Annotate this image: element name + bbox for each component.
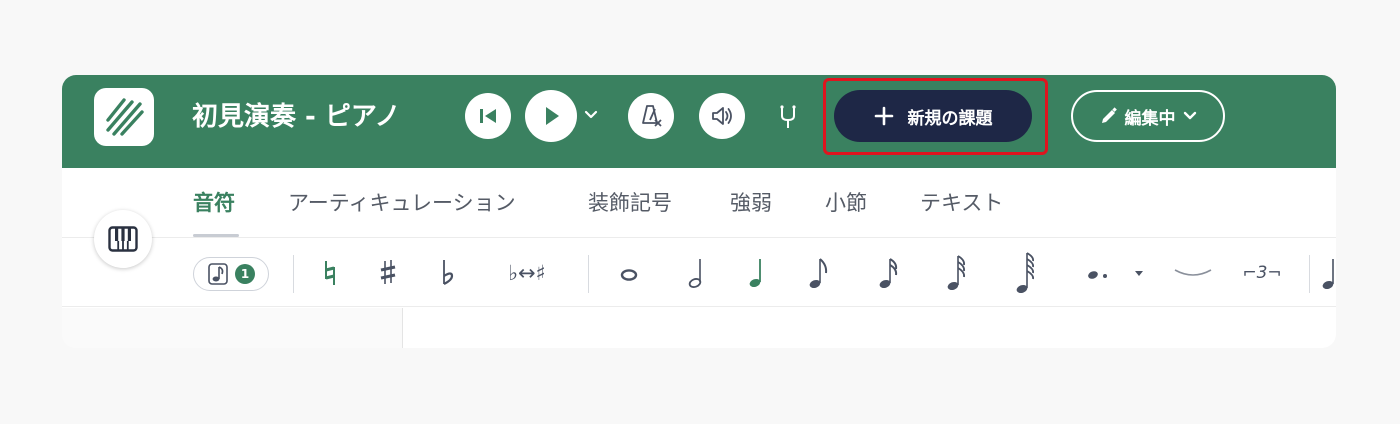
edit-mode-dropdown[interactable]: 編集中 bbox=[1071, 90, 1225, 142]
app-title: 初見演奏 - ピアノ bbox=[192, 102, 401, 132]
play-icon bbox=[546, 107, 559, 125]
skip-back-button[interactable] bbox=[465, 93, 511, 139]
side-panel bbox=[62, 308, 403, 348]
edit-mode-label: 編集中 bbox=[1124, 108, 1176, 129]
note-overflow-icon bbox=[1322, 259, 1334, 290]
whole-note-icon bbox=[620, 269, 638, 281]
toolbar-divider bbox=[588, 255, 589, 293]
thirty-second-note-icon bbox=[947, 255, 966, 291]
enharmonic-button[interactable]: ♭↔♯ bbox=[492, 239, 562, 307]
new-task-label: 新規の課題 bbox=[907, 108, 993, 129]
eighth-note-icon bbox=[809, 258, 828, 289]
eighth-note-button[interactable] bbox=[802, 239, 836, 307]
half-note-icon bbox=[688, 259, 702, 288]
volume-button[interactable] bbox=[699, 93, 745, 139]
more-notes-overflow[interactable] bbox=[1320, 239, 1336, 307]
sixteenth-note-button[interactable] bbox=[872, 239, 906, 307]
tab-dynamics[interactable]: 強弱 bbox=[730, 188, 772, 218]
note-toolbar: 1 ♭↔♯ ⌐3¬ bbox=[62, 239, 1336, 307]
app-window: 初見演奏 - ピアノ 新規の課題 編集中 音符 アーティキュレーション 装飾記号… bbox=[62, 75, 1336, 348]
tie-icon bbox=[1174, 269, 1212, 276]
chevron-down-icon bbox=[1183, 111, 1196, 120]
natural-icon bbox=[325, 261, 335, 285]
plus-icon bbox=[874, 106, 893, 126]
sixteenth-note-icon bbox=[879, 258, 898, 289]
quarter-note-button[interactable] bbox=[742, 239, 772, 307]
logo-icon[interactable] bbox=[94, 88, 154, 146]
pencil-icon bbox=[1101, 107, 1117, 123]
sharp-icon bbox=[380, 260, 396, 284]
tab-ornaments[interactable]: 装飾記号 bbox=[588, 188, 672, 218]
dotted-note-dropdown[interactable] bbox=[1078, 239, 1148, 307]
tab-bar: 音符 アーティキュレーション 装飾記号 強弱 小節 テキスト bbox=[62, 168, 1336, 238]
play-options-chevron-down-icon[interactable] bbox=[582, 105, 600, 125]
thirty-second-note-button[interactable] bbox=[940, 239, 974, 307]
enharmonic-icon: ♭↔♯ bbox=[508, 261, 546, 285]
voice-number-badge: 1 bbox=[235, 264, 255, 284]
tuning-fork-icon bbox=[780, 105, 796, 128]
sixty-fourth-note-button[interactable] bbox=[1009, 239, 1043, 307]
volume-icon bbox=[712, 107, 732, 125]
quarter-note-icon bbox=[749, 259, 761, 288]
new-task-button[interactable]: 新規の課題 bbox=[834, 90, 1032, 142]
half-note-button[interactable] bbox=[682, 239, 712, 307]
metronome-button[interactable] bbox=[628, 93, 674, 139]
tab-articulation[interactable]: アーティキュレーション bbox=[288, 188, 516, 218]
sixty-fourth-note-icon bbox=[1016, 252, 1035, 294]
natural-button[interactable] bbox=[315, 239, 345, 307]
tab-measures[interactable]: 小節 bbox=[825, 188, 867, 218]
tuplet-button[interactable]: ⌐3¬ bbox=[1234, 239, 1290, 307]
toolbar-divider bbox=[1309, 255, 1310, 293]
tuplet-icon: ⌐3¬ bbox=[1242, 263, 1282, 283]
flat-button[interactable] bbox=[433, 239, 463, 307]
active-tab-indicator bbox=[193, 234, 239, 237]
sharp-button[interactable] bbox=[373, 239, 403, 307]
piano-icon bbox=[108, 226, 138, 252]
voice-note-icon bbox=[208, 263, 228, 285]
voice-selector[interactable]: 1 bbox=[193, 257, 269, 291]
whole-note-button[interactable] bbox=[614, 239, 644, 307]
dotted-note-icon bbox=[1088, 271, 1143, 279]
flat-icon bbox=[443, 260, 454, 285]
tab-text[interactable]: テキスト bbox=[920, 188, 1003, 218]
top-bar: 初見演奏 - ピアノ 新規の課題 編集中 bbox=[62, 75, 1336, 168]
tab-notes[interactable]: 音符 bbox=[193, 188, 235, 218]
piano-keyboard-button[interactable] bbox=[94, 210, 152, 268]
skip-back-icon bbox=[480, 109, 496, 123]
play-button[interactable] bbox=[525, 90, 577, 142]
metronome-off-icon bbox=[642, 105, 662, 127]
tie-button[interactable] bbox=[1170, 239, 1216, 307]
tuning-fork-button[interactable] bbox=[774, 103, 802, 131]
toolbar-divider bbox=[293, 255, 294, 293]
